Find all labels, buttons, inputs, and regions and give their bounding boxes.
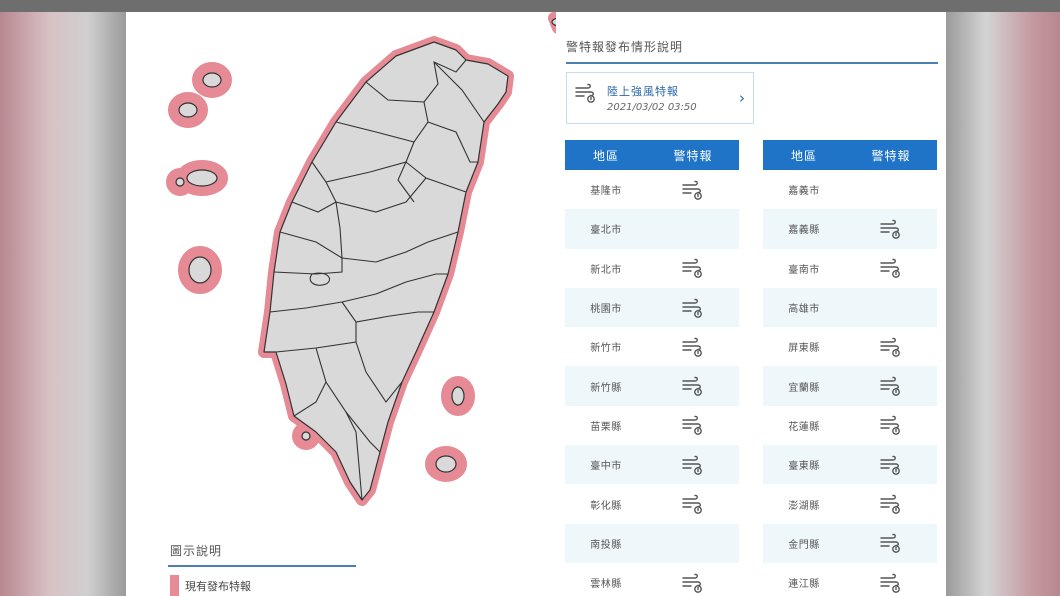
- region-name: 嘉義市: [788, 186, 820, 198]
- strong-wind-icon[interactable]: [647, 455, 739, 475]
- map-region-kinmen: [202, 72, 222, 88]
- strong-wind-icon[interactable]: [845, 376, 937, 397]
- strong-wind-icon[interactable]: [647, 298, 739, 318]
- strong-wind-icon[interactable]: [845, 573, 937, 593]
- table-row: 臺東縣: [763, 445, 937, 485]
- table-row: 新竹市: [565, 327, 739, 366]
- table-row: 雲林縣: [565, 563, 739, 596]
- warning-panel: 圖示說明 現有發布特報 警特報發布情形說明 陸上強風特報 2021/03/02 …: [126, 12, 946, 596]
- column-warning: 警特報: [871, 148, 911, 163]
- warning-table-left: 地區 警特報 基隆市臺北市新北市桃園市新竹市新竹縣苗栗縣臺中市彰化縣南投縣雲林縣: [565, 140, 739, 596]
- region-name: 臺中市: [590, 461, 622, 473]
- region-name: 基隆市: [590, 186, 622, 198]
- table-row: 苗栗縣: [565, 406, 739, 445]
- region-name: 彰化縣: [590, 500, 622, 512]
- legend-divider: [168, 565, 356, 567]
- map-region-penghu-north: [186, 169, 218, 187]
- region-name: 花蓮縣: [788, 421, 820, 433]
- strong-wind-icon[interactable]: [845, 337, 937, 357]
- table-row: 新竹縣: [565, 366, 739, 406]
- region-name: 嘉義縣: [788, 225, 820, 237]
- background-top: [0, 0, 1060, 12]
- region-name: 桃園市: [590, 304, 622, 316]
- table-row: 新北市: [565, 249, 739, 288]
- strong-wind-icon: [575, 83, 595, 103]
- table-row: 臺南市: [763, 249, 937, 288]
- legend-swatch: [170, 575, 179, 596]
- strong-wind-icon[interactable]: [647, 494, 739, 514]
- table-row: 嘉義縣: [763, 209, 937, 249]
- strong-wind-icon[interactable]: [647, 337, 739, 357]
- map-region-green-island: [451, 386, 465, 406]
- region-name: 苗栗縣: [590, 421, 622, 433]
- legend-title: 圖示說明: [170, 544, 223, 558]
- warning-time: 2021/03/02 03:50: [607, 102, 697, 113]
- strong-wind-icon[interactable]: [647, 573, 739, 593]
- strong-wind-icon[interactable]: [845, 415, 937, 436]
- region-name: 澎湖縣: [788, 500, 820, 512]
- region-name: 南投縣: [590, 539, 622, 551]
- map-region-liuqiu: [301, 431, 311, 441]
- background-left: [0, 0, 126, 596]
- region-name: 新竹縣: [590, 382, 622, 394]
- strong-wind-icon[interactable]: [647, 415, 739, 436]
- column-region: 地區: [790, 148, 817, 163]
- warning-card-strong-wind[interactable]: 陸上強風特報 2021/03/02 03:50 ›: [566, 72, 754, 124]
- table-row: 高雄市: [763, 287, 937, 328]
- strong-wind-icon[interactable]: [647, 376, 739, 397]
- table-row: 宜蘭縣: [763, 366, 937, 406]
- region-name: 高雄市: [788, 304, 820, 316]
- table-row: 臺中市: [565, 445, 739, 485]
- region-name: 金門縣: [788, 539, 820, 551]
- table-row: 桃園市: [565, 287, 739, 328]
- warning-table-right: 地區 警特報 嘉義市嘉義縣臺南市高雄市屏東縣宜蘭縣花蓮縣臺東縣澎湖縣金門縣連江縣: [763, 140, 937, 596]
- column-region: 地區: [592, 148, 619, 163]
- strong-wind-icon[interactable]: [845, 219, 937, 239]
- map-region-orchid-island: [435, 455, 457, 473]
- table-row: 連江縣: [763, 563, 937, 596]
- strong-wind-icon[interactable]: [845, 258, 937, 279]
- warning-name: 陸上強風特報: [607, 85, 679, 98]
- map-region-matsu-islands: [178, 102, 198, 118]
- region-name: 臺東縣: [788, 461, 820, 473]
- region-name: 雲林縣: [590, 579, 622, 591]
- section-title: 警特報發布情形說明: [566, 40, 684, 54]
- table-header: 地區 警特報: [565, 140, 739, 170]
- map-region-penghu: [188, 256, 212, 284]
- table-row: 屏東縣: [763, 327, 937, 366]
- legend-label: 現有發布特報: [185, 580, 251, 593]
- region-name: 臺南市: [788, 264, 820, 276]
- strong-wind-icon[interactable]: [647, 180, 739, 200]
- region-name: 連江縣: [788, 579, 820, 591]
- table-row: 金門縣: [763, 523, 937, 563]
- region-name: 臺北市: [590, 225, 622, 237]
- region-name: 宜蘭縣: [788, 382, 820, 394]
- background-right: [946, 0, 1060, 596]
- table-row: 臺北市: [565, 209, 739, 249]
- table-row: 彰化縣: [565, 484, 739, 523]
- taiwan-warning-map[interactable]: [166, 12, 556, 522]
- legend-item-active-warning: 現有發布特報: [170, 575, 251, 596]
- table-row: 澎湖縣: [763, 484, 937, 523]
- table-header: 地區 警特報: [763, 140, 937, 170]
- column-warning: 警特報: [673, 148, 713, 163]
- strong-wind-icon[interactable]: [845, 494, 937, 514]
- chevron-right-icon[interactable]: ›: [739, 89, 745, 107]
- region-name: 屏東縣: [788, 343, 820, 355]
- strong-wind-icon[interactable]: [647, 258, 739, 279]
- region-name: 新北市: [590, 264, 622, 276]
- table-row: 嘉義市: [763, 170, 937, 209]
- section-divider: [566, 62, 938, 64]
- strong-wind-icon[interactable]: [845, 455, 937, 475]
- strong-wind-icon[interactable]: [845, 533, 937, 554]
- table-row: 南投縣: [565, 523, 739, 563]
- region-name: 新竹市: [590, 343, 622, 355]
- table-row: 基隆市: [565, 170, 739, 209]
- table-row: 花蓮縣: [763, 406, 937, 445]
